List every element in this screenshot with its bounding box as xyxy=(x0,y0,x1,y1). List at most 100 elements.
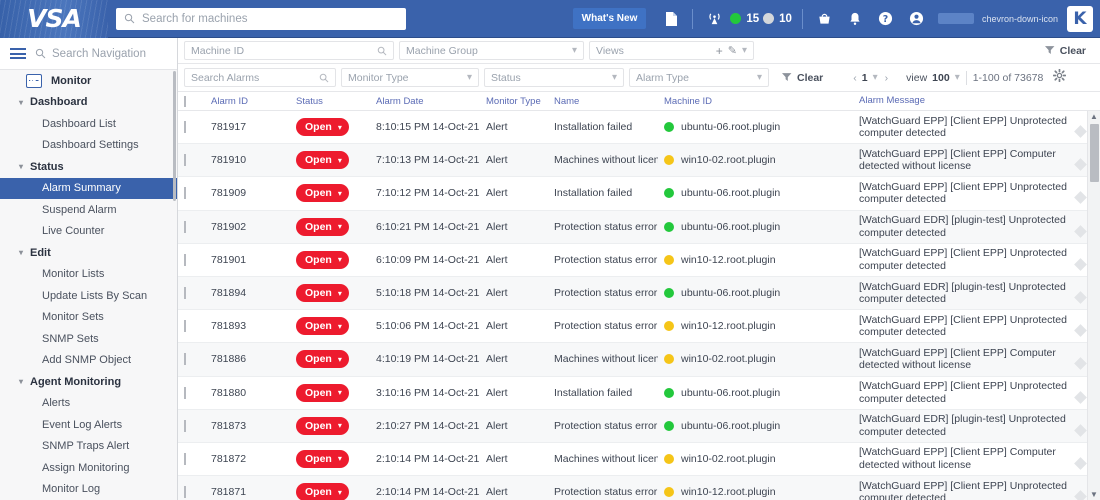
cell-status[interactable]: Open ▾ xyxy=(290,449,370,468)
row-checkbox[interactable] xyxy=(178,452,205,465)
chevron-down-icon[interactable]: ▾ xyxy=(14,98,28,107)
diamond-icon[interactable] xyxy=(1074,191,1087,205)
search-alarms-input[interactable]: Search Alarms xyxy=(184,68,336,87)
cell-status[interactable]: Open ▾ xyxy=(290,416,370,435)
checkbox[interactable] xyxy=(184,486,186,499)
sidebar-item-dashboard-settings[interactable]: Dashboard Settings xyxy=(0,135,177,157)
cell-status[interactable]: Open ▾ xyxy=(290,151,370,170)
diamond-icon[interactable] xyxy=(1074,390,1087,404)
cell-status[interactable]: Open ▾ xyxy=(290,184,370,203)
chevron-down-icon[interactable]: ▾ xyxy=(338,322,342,331)
status-badge[interactable]: Open ▾ xyxy=(296,383,349,402)
current-page[interactable]: 1 xyxy=(862,72,868,84)
table-row[interactable]: 781880 Open ▾ 3:10:16 PM 14-Oct-21 Alert Inst… xyxy=(178,377,1100,410)
chevron-down-icon[interactable]: ▾ xyxy=(338,255,342,264)
checkbox[interactable] xyxy=(184,187,186,200)
kaseya-brand-mark[interactable]: K xyxy=(1067,5,1093,32)
table-row[interactable]: 781871 Open ▾ 2:10:14 PM 14-Oct-21 Alert Prot… xyxy=(178,476,1100,500)
chevron-down-icon[interactable]: ▾ xyxy=(14,377,28,386)
status-badge[interactable]: Open ▾ xyxy=(296,151,349,170)
sidebar-item-monitor[interactable]: Monitor xyxy=(0,70,177,92)
views-filter[interactable]: Views + ✎ ▾ xyxy=(589,41,754,60)
alarm-type-filter[interactable]: Alarm Type ▾ xyxy=(629,68,769,87)
status-badge[interactable]: Open ▾ xyxy=(296,284,349,303)
row-checkbox[interactable] xyxy=(178,486,205,499)
scroll-down-arrow[interactable]: ▼ xyxy=(1090,489,1098,500)
sidebar-item-suspend-alarm[interactable]: Suspend Alarm xyxy=(0,199,177,221)
status-filter[interactable]: Status ▾ xyxy=(484,68,624,87)
chevron-down-icon[interactable]: ▾ xyxy=(338,355,342,364)
diamond-icon[interactable] xyxy=(1074,125,1087,138)
sidebar-item-alerts[interactable]: Alerts xyxy=(0,393,177,415)
diamond-icon[interactable] xyxy=(1074,457,1087,470)
edit-view-icon[interactable]: ✎ xyxy=(728,44,737,57)
sidebar-item-snmp-sets[interactable]: SNMP Sets xyxy=(0,328,177,350)
table-scrollbar[interactable]: ▲ ▼ xyxy=(1087,111,1100,500)
checkbox[interactable] xyxy=(184,386,186,399)
select-all-checkbox[interactable] xyxy=(178,95,205,107)
status-badge[interactable]: Open ▾ xyxy=(296,184,349,203)
diamond-icon[interactable] xyxy=(1074,324,1087,338)
chevron-down-icon[interactable]: ▾ xyxy=(338,222,342,231)
checkbox[interactable] xyxy=(184,154,186,167)
column-header-machine-id[interactable]: Machine ID xyxy=(658,96,853,107)
sidebar-item-dashboard-list[interactable]: Dashboard List xyxy=(0,113,177,135)
column-header-alarm-id[interactable]: Alarm ID xyxy=(205,96,290,107)
diamond-icon[interactable] xyxy=(1074,423,1087,437)
chevron-down-icon[interactable]: ▾ xyxy=(338,388,342,397)
table-row[interactable]: 781901 Open ▾ 6:10:09 PM 14-Oct-21 Alert Prot… xyxy=(178,244,1100,277)
chevron-down-icon[interactable]: ▾ xyxy=(338,189,342,198)
sidebar-item-monitor-sets[interactable]: Monitor Sets xyxy=(0,307,177,329)
row-checkbox[interactable] xyxy=(178,320,205,333)
column-header-monitor-type[interactable]: Monitor Type xyxy=(480,96,548,107)
sidebar-scrollbar-thumb[interactable] xyxy=(173,71,176,201)
gear-icon[interactable] xyxy=(1053,68,1067,87)
cell-status[interactable]: Open ▾ xyxy=(290,317,370,336)
monitor-type-filter[interactable]: Monitor Type ▾ xyxy=(341,68,479,87)
machine-group-filter[interactable]: Machine Group ▾ xyxy=(399,41,584,60)
sidebar-item-event-log-alerts[interactable]: Event Log Alerts xyxy=(0,414,177,436)
machine-search-input[interactable]: Search for machines xyxy=(116,7,406,30)
chevron-down-icon[interactable]: ▾ xyxy=(742,45,747,56)
table-row[interactable]: 781886 Open ▾ 4:10:19 PM 14-Oct-21 Alert Mach… xyxy=(178,343,1100,377)
checkbox[interactable] xyxy=(184,419,186,432)
table-row[interactable]: 781872 Open ▾ 2:10:14 PM 14-Oct-21 Alert Mach… xyxy=(178,443,1100,477)
status-badge[interactable]: Open ▾ xyxy=(296,250,349,269)
column-header-status[interactable]: Status xyxy=(290,96,370,107)
row-checkbox[interactable] xyxy=(178,121,205,134)
sidebar-item-edit[interactable]: ▾ Edit xyxy=(0,242,177,264)
table-row[interactable]: 781909 Open ▾ 7:10:12 PM 14-Oct-21 Alert Inst… xyxy=(178,177,1100,211)
diamond-icon[interactable] xyxy=(1074,224,1087,238)
sidebar-item-add-snmp-object[interactable]: Add SNMP Object xyxy=(0,350,177,372)
chevron-down-icon[interactable]: ▾ xyxy=(338,156,342,165)
clear-views-button[interactable]: Clear xyxy=(1044,45,1086,57)
row-checkbox[interactable] xyxy=(178,287,205,300)
status-badge[interactable]: Open ▾ xyxy=(296,317,349,336)
cell-status[interactable]: Open ▾ xyxy=(290,383,370,402)
row-checkbox[interactable] xyxy=(178,419,205,432)
sidebar-item-update-lists-by-scan[interactable]: Update Lists By Scan xyxy=(0,285,177,307)
next-page-button[interactable]: › xyxy=(885,72,889,84)
status-badge[interactable]: Open ▾ xyxy=(296,449,349,468)
checkbox[interactable] xyxy=(184,253,186,266)
add-view-icon[interactable]: + xyxy=(716,44,723,58)
diamond-icon[interactable] xyxy=(1074,257,1087,271)
sidebar-item-monitor-lists[interactable]: Monitor Lists xyxy=(0,264,177,286)
prev-page-button[interactable]: ‹ xyxy=(853,72,857,84)
row-checkbox[interactable] xyxy=(178,220,205,233)
row-checkbox[interactable] xyxy=(178,154,205,167)
status-badge[interactable]: Open ▾ xyxy=(296,217,349,236)
checkbox[interactable] xyxy=(184,121,186,134)
page-size-selector[interactable]: view 100 ▾ xyxy=(906,72,960,84)
chevron-down-icon[interactable]: ▾ xyxy=(338,421,342,430)
sidebar-item-alarm-summary[interactable]: Alarm Summary xyxy=(0,177,177,199)
table-row[interactable]: 781894 Open ▾ 5:10:18 PM 14-Oct-21 Alert Prot… xyxy=(178,276,1100,311)
status-badge[interactable]: Open ▾ xyxy=(296,483,349,500)
diamond-icon[interactable] xyxy=(1074,291,1087,304)
status-badge[interactable]: Open ▾ xyxy=(296,118,349,137)
whats-new-button[interactable]: What's New xyxy=(572,8,647,29)
cell-status[interactable]: Open ▾ xyxy=(290,483,370,500)
sidebar-item-agent-monitoring[interactable]: ▾ Agent Monitoring xyxy=(0,371,177,393)
chevron-down-icon[interactable]: ▾ xyxy=(14,162,28,171)
row-checkbox[interactable] xyxy=(178,353,205,366)
